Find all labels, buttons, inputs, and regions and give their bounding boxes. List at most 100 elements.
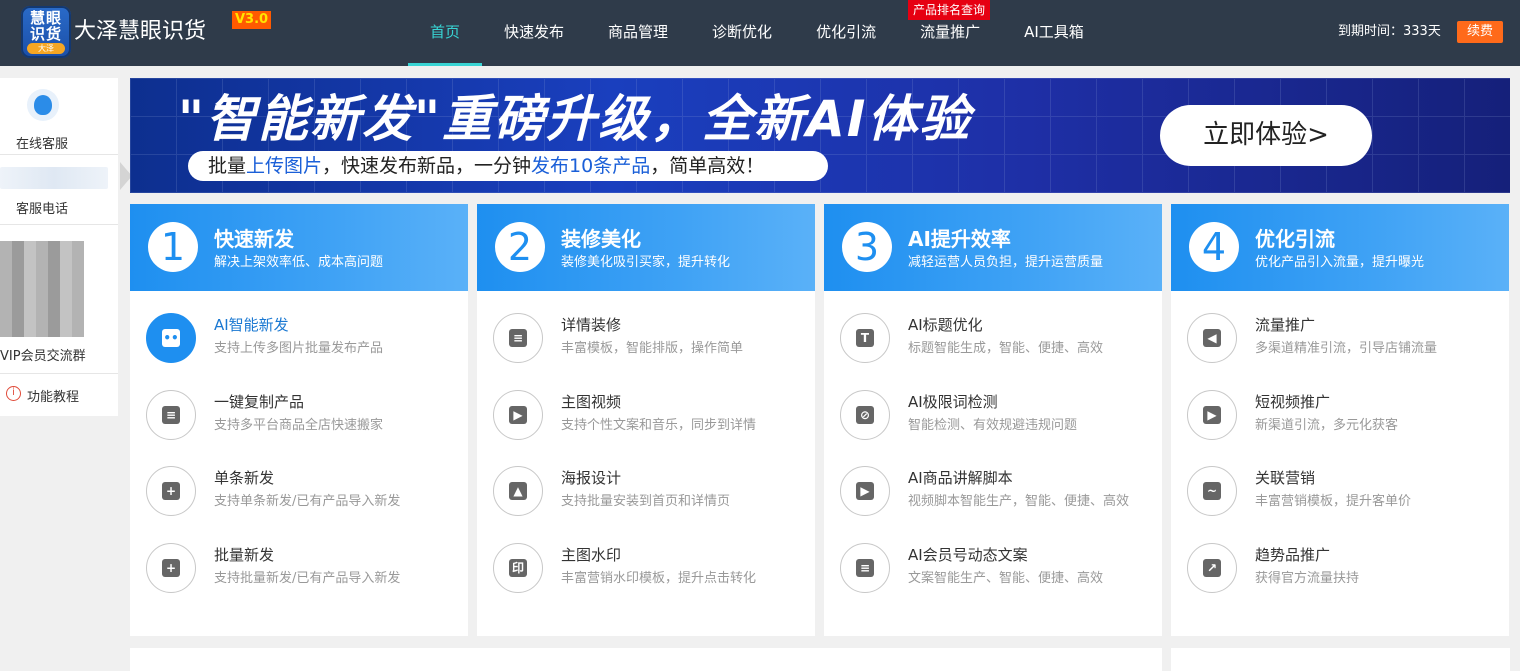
tutorial-label: 功能教程 xyxy=(27,390,80,405)
item-title: 关联营销 xyxy=(1255,469,1316,487)
logo-badge: 大泽 xyxy=(27,43,65,54)
chart-icon: ~ xyxy=(1187,466,1237,516)
main-nav: 首页 快速发布 商品管理 诊断优化 优化引流 流量推广 AI工具箱 xyxy=(408,0,1106,66)
text-icon: T xyxy=(840,313,890,363)
item-description: 多渠道精准引流，引导店铺流量 xyxy=(1255,341,1438,356)
card-description: 减轻运营人员负担，提升运营质量 xyxy=(908,255,1104,270)
item-description: 支持多平台商品全店快速搬家 xyxy=(214,418,384,433)
item-title: 主图视频 xyxy=(561,393,622,411)
service-phone[interactable]: 客服电话 xyxy=(0,156,118,225)
item-title: 详情装修 xyxy=(561,316,622,334)
vip-group[interactable]: VIP会员交流群 xyxy=(0,226,118,374)
online-service-label: 在线客服 xyxy=(16,137,69,152)
play-icon-glyph: ▶ xyxy=(1203,406,1221,424)
item-watermark[interactable]: 印 主图水印 丰富营销水印模板，提升点击转化 xyxy=(493,539,803,595)
chart-icon-glyph: ~ xyxy=(1203,482,1221,500)
card-header: 3 AI提升效率 减轻运营人员负担，提升运营质量 xyxy=(824,204,1162,291)
item-description: 获得官方流量扶持 xyxy=(1255,571,1360,586)
item-main-video[interactable]: ▶ 主图视频 支持个性文案和音乐，同步到详情 xyxy=(493,386,803,442)
step-number: 2 xyxy=(495,222,545,272)
item-ai-member-copy[interactable]: ≡ AI会员号动态文案 文案智能生产、智能、便捷、高效 xyxy=(840,539,1150,595)
item-trend-product[interactable]: ↗ 趋势品推广 获得官方流量扶持 xyxy=(1187,539,1497,595)
banner-title: "智能新发"重磅升级，全新AI体验 xyxy=(178,90,972,148)
item-description: 文案智能生产、智能、便捷、高效 xyxy=(908,571,1104,586)
card-description: 优化产品引入流量，提升曝光 xyxy=(1255,255,1425,270)
card-description: 解决上架效率低、成本高问题 xyxy=(214,255,384,270)
item-ai-smart-publish[interactable]: •• AI智能新发 支持上传多图片批量发布产品 xyxy=(146,309,456,365)
blurred-qr-code xyxy=(0,241,84,337)
step-number: 3 xyxy=(842,222,892,272)
document-icon: ≡ xyxy=(493,313,543,363)
info-icon: i xyxy=(6,386,21,401)
try-now-button[interactable]: 立即体验> xyxy=(1160,105,1372,166)
step-number: 4 xyxy=(1189,222,1239,272)
document-icon-glyph: ≡ xyxy=(509,329,527,347)
item-ai-title-optimize[interactable]: T AI标题优化 标题智能生成，智能、便捷、高效 xyxy=(840,309,1150,365)
nav-ai-toolbox[interactable]: AI工具箱 xyxy=(1002,0,1106,66)
item-short-video[interactable]: ▶ 短视频推广 新渠道引流，多元化获客 xyxy=(1187,386,1497,442)
play-icon: ▶ xyxy=(1187,390,1237,440)
item-description: 丰富营销水印模板，提升点击转化 xyxy=(561,571,757,586)
note-icon: ≡ xyxy=(840,543,890,593)
item-title: AI商品讲解脚本 xyxy=(908,469,1013,487)
item-title: 短视频推广 xyxy=(1255,393,1331,411)
card-title: AI提升效率 xyxy=(908,227,1011,251)
item-traffic-promote[interactable]: ◀ 流量推广 多渠道精准引流，引导店铺流量 xyxy=(1187,309,1497,365)
item-title: 一键复制产品 xyxy=(214,393,305,411)
item-description: 标题智能生成，智能、便捷、高效 xyxy=(908,341,1104,356)
plus-icon-glyph: + xyxy=(162,482,180,500)
app-logo[interactable]: 慧眼识货 大泽 xyxy=(21,6,71,58)
banner-subtitle: 批量上传图片，快速发布新品，一分钟发布10条产品，简单高效！ xyxy=(188,151,828,181)
copy-icon-glyph: ≡ xyxy=(162,406,180,424)
card-header: 2 装修美化 装修美化吸引买家，提升转化 xyxy=(477,204,815,291)
script-icon-glyph: ▶ xyxy=(856,482,874,500)
vip-group-label: VIP会员交流群 xyxy=(0,349,86,364)
nav-product-management[interactable]: 商品管理 xyxy=(586,0,690,66)
card-title: 快速新发 xyxy=(214,227,294,251)
card-title: 装修美化 xyxy=(561,227,641,251)
item-description: 支持个性文案和音乐，同步到详情 xyxy=(561,418,757,433)
item-batch-publish[interactable]: + 批量新发 支持批量新发/已有产品导入新发 xyxy=(146,539,456,595)
batch-add-icon: + xyxy=(146,543,196,593)
item-ai-product-script[interactable]: ▶ AI商品讲解脚本 视频脚本智能生产，智能、便捷、高效 xyxy=(840,462,1150,518)
online-service[interactable]: 在线客服 xyxy=(0,78,118,155)
item-one-click-copy[interactable]: ≡ 一键复制产品 支持多平台商品全店快速搬家 xyxy=(146,386,456,442)
promo-banner[interactable]: "智能新发"重磅升级，全新AI体验 批量上传图片，快速发布新品，一分钟发布10条… xyxy=(130,78,1510,193)
item-poster-design[interactable]: ▲ 海报设计 支持批量安装到首页和详情页 xyxy=(493,462,803,518)
item-detail-decoration[interactable]: ≡ 详情装修 丰富模板，智能排版，操作简单 xyxy=(493,309,803,365)
rank-query-badge[interactable]: 产品排名查询 xyxy=(908,0,991,20)
script-icon: ▶ xyxy=(840,466,890,516)
image-icon: ▲ xyxy=(493,466,543,516)
card-title: 优化引流 xyxy=(1255,227,1335,251)
renew-button[interactable]: 续费 xyxy=(1457,21,1503,43)
robot-icon: •• xyxy=(146,313,196,363)
qq-chat-icon xyxy=(27,89,59,121)
item-ai-forbidden-words[interactable]: ⊘ AI极限词检测 智能检测、有效规避违规问题 xyxy=(840,386,1150,442)
blurred-phone-number xyxy=(0,167,108,189)
nav-quick-publish[interactable]: 快速发布 xyxy=(482,0,586,66)
brand-name: 大泽慧眼识货 xyxy=(74,19,207,44)
logo-text: 慧眼识货 xyxy=(29,9,62,43)
item-title: 单条新发 xyxy=(214,469,275,487)
megaphone-icon-glyph: ◀ xyxy=(1203,329,1221,347)
nav-diagnosis[interactable]: 诊断优化 xyxy=(690,0,794,66)
nav-traffic-optimize[interactable]: 优化引流 xyxy=(794,0,898,66)
item-related-marketing[interactable]: ~ 关联营销 丰富营销模板，提升客单价 xyxy=(1187,462,1497,518)
item-title: 海报设计 xyxy=(561,469,622,487)
item-single-publish[interactable]: + 单条新发 支持单条新发/已有产品导入新发 xyxy=(146,462,456,518)
card-traffic: 4 优化引流 优化产品引入流量，提升曝光 ◀ 流量推广 多渠道精准引流，引导店铺… xyxy=(1171,204,1509,636)
trend-icon: ↗ xyxy=(1187,543,1237,593)
nav-home[interactable]: 首页 xyxy=(408,0,483,66)
megaphone-icon: ◀ xyxy=(1187,313,1237,363)
robot-icon-glyph: •• xyxy=(162,329,180,347)
batch-add-icon-glyph: + xyxy=(162,559,180,577)
item-title: 批量新发 xyxy=(214,546,275,564)
item-description: 支持批量安装到首页和详情页 xyxy=(561,494,731,509)
video-icon: ▶ xyxy=(493,390,543,440)
item-description: 新渠道引流，多元化获客 xyxy=(1255,418,1399,433)
tutorial-link[interactable]: i 功能教程 xyxy=(0,375,118,416)
item-description: 视频脚本智能生产，智能、便捷、高效 xyxy=(908,494,1130,509)
banner-sub-part: ，简单高效！ xyxy=(650,155,765,177)
item-description: 支持上传多图片批量发布产品 xyxy=(214,341,384,356)
version-badge: V3.0 xyxy=(232,11,272,29)
